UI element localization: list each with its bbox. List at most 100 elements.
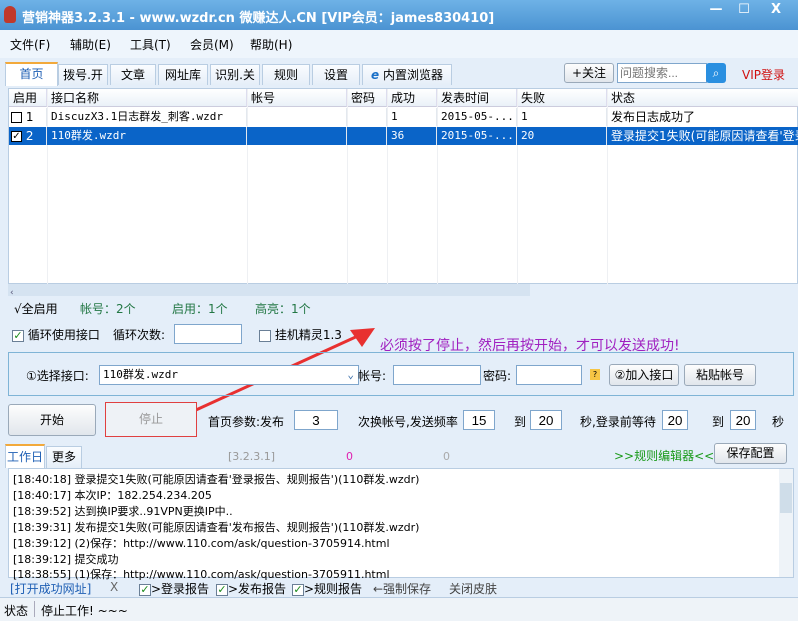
menu-tools[interactable]: 工具(T): [130, 36, 171, 53]
table-row[interactable]: ✓ 2 110群发.wzdr 36 2015-05-... 20 登录提交1失败…: [9, 127, 798, 145]
enable-all-link[interactable]: √全启用: [14, 300, 58, 317]
menu-bar: 文件(F) 辅助(E) 工具(T) 会员(M) 帮助(H): [0, 30, 798, 58]
publish-report-label: >发布报告: [228, 582, 287, 596]
row-time: 2015-05-...: [437, 108, 517, 126]
tab-work-log[interactable]: 工作日志: [5, 444, 45, 486]
freq-from-input[interactable]: [463, 410, 495, 430]
tab-browser-label: 内置浏览器: [382, 68, 443, 82]
search-icon[interactable]: ⌕: [706, 63, 726, 83]
to-label: 到: [514, 415, 527, 429]
freq-to-input[interactable]: [530, 410, 562, 430]
stop-button[interactable]: 停止: [105, 402, 197, 437]
save-config-button[interactable]: 保存配置: [714, 443, 787, 464]
wait-to-input[interactable]: [730, 410, 756, 430]
row-status: 登录提交1失败(可能原因请查看'登录报告、规则报告'): [607, 127, 798, 145]
add-interface-button[interactable]: ②加入接口: [609, 364, 679, 386]
row-success: 1: [387, 108, 437, 126]
seconds-label: 秒: [772, 415, 785, 429]
force-save-link[interactable]: ←强制保存: [373, 580, 431, 597]
table-row[interactable]: 1 DiscuzX3.1日志群发_刺客.wzdr 1 2015-05-... 1…: [9, 108, 798, 126]
interface-select-group: ①选择接口: 110群发.wzdr ⌄ 帐号: 密码: ? ②加入接口 粘贴帐号: [8, 352, 794, 396]
scroll-left-icon[interactable]: ‹: [8, 288, 14, 298]
wait-label: 秒,登录前等待: [580, 415, 656, 429]
row-time: 2015-05-...: [437, 127, 517, 145]
vip-login-link[interactable]: VIP登录: [742, 66, 785, 83]
vertical-scrollbar[interactable]: [779, 469, 793, 577]
start-button[interactable]: 开始: [8, 404, 96, 436]
log-line: [18:39:12] (2)保存：http://www.110.com/ask/…: [13, 537, 390, 550]
login-report-label: >登录报告: [151, 582, 210, 596]
app-icon: [4, 6, 16, 23]
col-enabled[interactable]: 启用: [9, 89, 47, 107]
menu-member[interactable]: 会员(M): [190, 36, 234, 53]
log-area[interactable]: [18:40:18] 登录提交1失败(可能原因请查看'登录报告、规则报告')(1…: [8, 468, 794, 581]
enabled-count: 启用：1个: [172, 302, 228, 316]
chevron-down-icon[interactable]: ⌄: [347, 366, 354, 384]
password-label: 密码:: [483, 369, 512, 383]
minimize-button[interactable]: —: [702, 0, 730, 22]
interface-table: 启用 接口名称 帐号 密码 成功 发表时间 失败 状态 1 DiscuzX3.1…: [8, 88, 798, 285]
tab-dial[interactable]: 拨号.开: [58, 64, 108, 85]
maximize-button[interactable]: ☐: [730, 0, 758, 22]
menu-assist[interactable]: 辅助(E): [70, 36, 111, 53]
rule-editor-link[interactable]: >>规则编辑器<<: [614, 447, 714, 464]
col-fail[interactable]: 失败: [517, 89, 607, 107]
rule-report-checkbox[interactable]: ✓>规则报告: [292, 580, 362, 597]
log-line: [18:39:12] 提交成功: [13, 553, 119, 566]
follow-button[interactable]: +关注: [564, 63, 614, 83]
search-input[interactable]: [617, 63, 707, 83]
col-account[interactable]: 帐号: [247, 89, 347, 107]
row-number: 1: [25, 110, 34, 124]
interface-dropdown[interactable]: 110群发.wzdr ⌄: [99, 365, 359, 385]
row-fail: 20: [517, 127, 607, 145]
to-label: 到: [712, 415, 725, 429]
tab-home[interactable]: 首页: [5, 62, 58, 86]
close-button[interactable]: X: [762, 0, 790, 22]
row-account: [247, 108, 347, 126]
tab-settings[interactable]: 设置: [312, 64, 360, 85]
window-title: 营销神器3.2.3.1 - www.wzdr.cn 微赚达人.CN [VIP会员…: [22, 11, 495, 26]
publish-report-checkbox[interactable]: ✓>发布报告: [216, 580, 286, 597]
clear-button[interactable]: X: [110, 580, 118, 594]
col-password[interactable]: 密码: [347, 89, 387, 107]
highlight-count: 高亮：1个: [255, 302, 311, 316]
row-fail: 1: [517, 108, 607, 126]
tab-more-log[interactable]: 更多日志: [46, 446, 82, 484]
col-success[interactable]: 成功: [387, 89, 437, 107]
row-name: DiscuzX3.1日志群发_刺客.wzdr: [47, 108, 247, 126]
tab-article[interactable]: 文章: [110, 64, 156, 85]
loop-checkbox[interactable]: ✓ 循环使用接口: [12, 326, 100, 343]
status-bar: 状态 停止工作! ~~~: [0, 597, 798, 621]
count-2: 0: [443, 450, 450, 463]
col-name[interactable]: 接口名称: [47, 89, 247, 107]
status-text: 停止工作! ~~~: [41, 604, 128, 618]
row-success: 36: [387, 127, 437, 145]
tab-url-library[interactable]: 网址库: [158, 64, 208, 85]
loop-label: 循环使用接口: [27, 328, 100, 342]
row-checkbox[interactable]: ✓: [11, 131, 22, 142]
paste-account-button[interactable]: 粘贴帐号: [684, 364, 756, 386]
version-label: [3.2.3.1]: [228, 450, 276, 463]
open-success-url-link[interactable]: [打开成功网址]: [10, 580, 91, 597]
tab-browser[interactable]: e 内置浏览器: [362, 64, 452, 85]
row-checkbox[interactable]: [11, 112, 22, 123]
horizontal-scrollbar[interactable]: ‹: [8, 284, 530, 298]
login-report-checkbox[interactable]: ✓>登录报告: [139, 580, 209, 597]
scroll-thumb[interactable]: [780, 483, 792, 513]
interface-dropdown-value: 110群发.wzdr: [103, 368, 178, 381]
col-time[interactable]: 发表时间: [437, 89, 517, 107]
log-line: [18:40:18] 登录提交1失败(可能原因请查看'登录报告、规则报告')(1…: [13, 473, 420, 486]
tab-rules[interactable]: 规则: [262, 64, 310, 85]
menu-help[interactable]: 帮助(H): [250, 36, 292, 53]
wait-from-input[interactable]: [662, 410, 688, 430]
col-status[interactable]: 状态: [607, 89, 798, 107]
menu-file[interactable]: 文件(F): [10, 36, 50, 53]
help-icon[interactable]: ?: [590, 369, 600, 380]
account-input[interactable]: [393, 365, 481, 385]
close-skin-link[interactable]: 关闭皮肤: [449, 580, 497, 597]
row-account: [247, 127, 347, 145]
password-input[interactable]: [516, 365, 582, 385]
row-status: 发布日志成功了: [607, 108, 798, 126]
publish-count-input[interactable]: [294, 410, 338, 430]
tab-recognize[interactable]: 识别.关: [210, 64, 260, 85]
